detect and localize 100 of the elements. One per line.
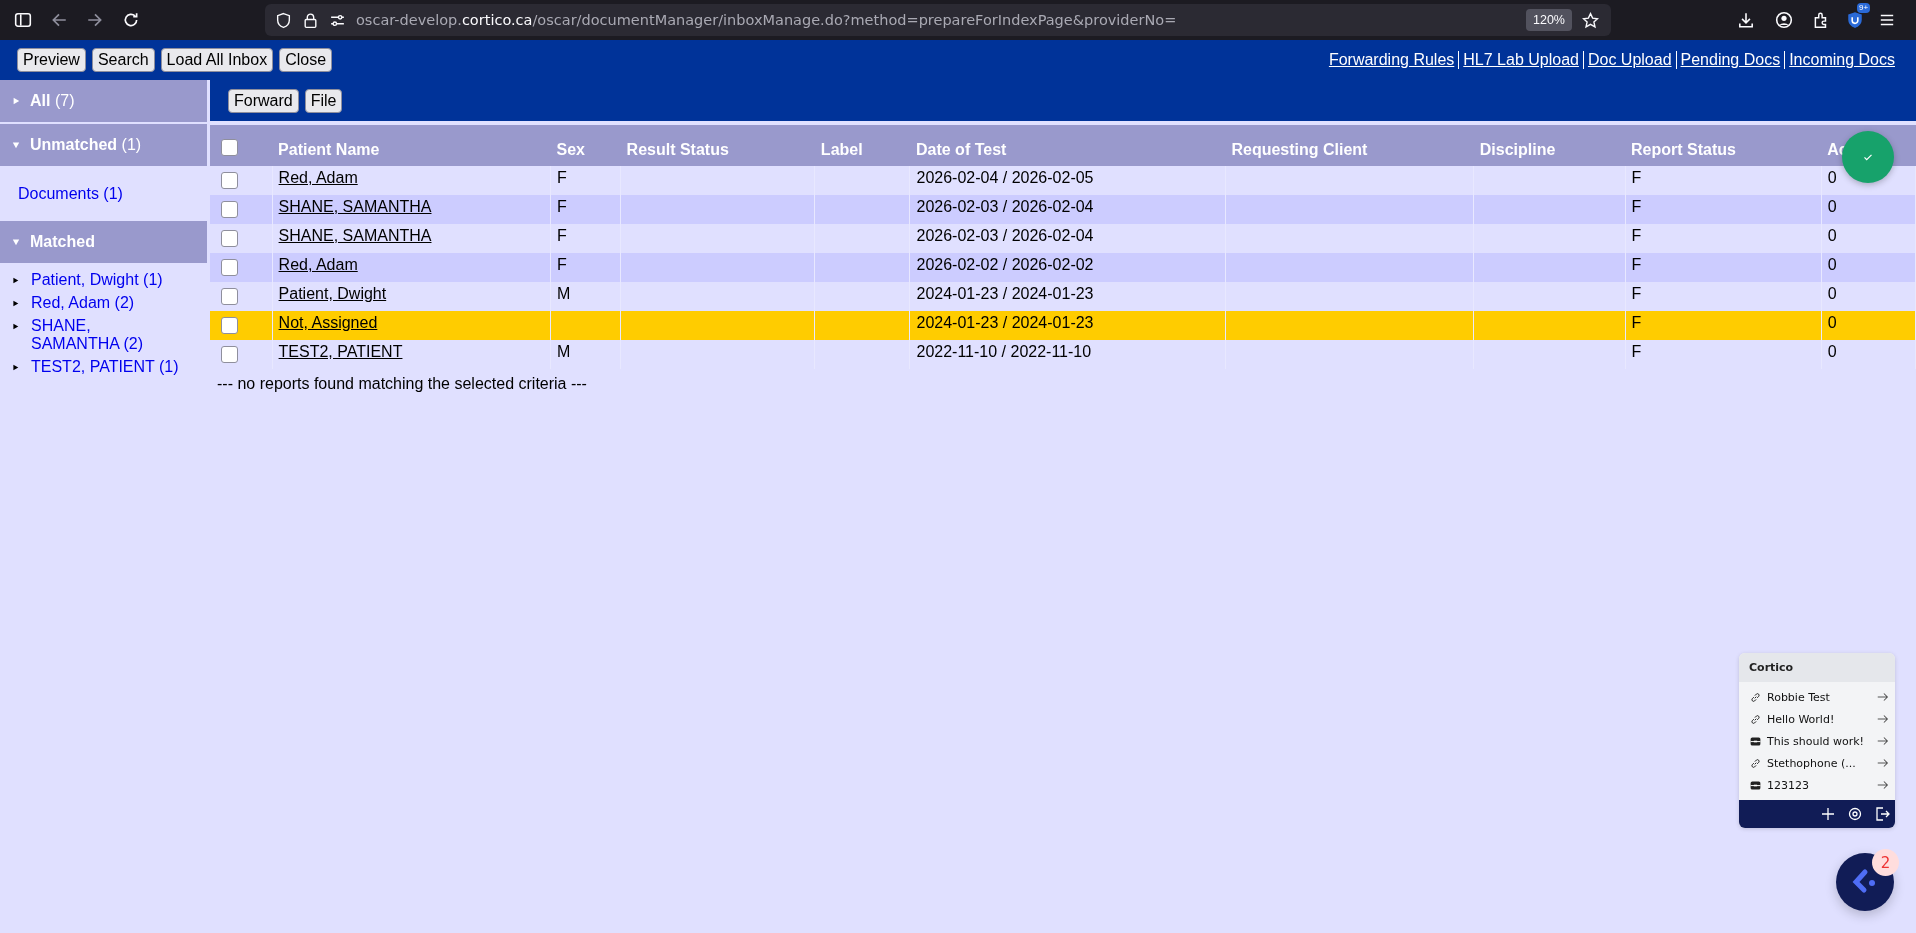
panel-title: Cortico [1739, 653, 1895, 682]
sidebar-icon[interactable] [14, 11, 32, 29]
row-checkbox[interactable] [221, 259, 238, 276]
section-title: All (7) [30, 92, 75, 110]
panel-item[interactable]: Stethophone (... [1739, 752, 1895, 774]
table-cell: 0 [1827, 343, 1837, 360]
tray-icon [1749, 734, 1762, 748]
header-link[interactable]: Pending Docs [1676, 51, 1785, 69]
right-triangle-icon[interactable] [12, 300, 19, 307]
patient-link[interactable]: SHANE, SAMANTHA (2) [31, 317, 181, 353]
toolbar-button[interactable]: Preview [17, 48, 86, 72]
arrow-right-icon [1876, 756, 1890, 770]
column-header: Requesting Client [1231, 140, 1368, 158]
arrow-right-icon [1876, 690, 1890, 704]
header-link[interactable]: HL7 Lab Upload [1459, 51, 1583, 69]
panel-item[interactable]: This should work! [1739, 730, 1895, 752]
row-checkbox[interactable] [221, 317, 238, 334]
action-button[interactable]: File [304, 88, 343, 113]
patient-link[interactable]: Red, Adam (2) [31, 294, 135, 312]
table-cell: M [557, 285, 571, 302]
arrow-right-icon [1876, 778, 1890, 792]
column-header: Label [820, 140, 863, 158]
table-cell: 0 [1827, 169, 1837, 186]
section-title: Matched [30, 233, 95, 251]
settings-icon[interactable] [1847, 806, 1863, 822]
section-title: Unmatched (1) [30, 136, 142, 154]
row-checkbox[interactable] [221, 288, 238, 305]
table-cell: 2022-11-10 / 2022-11-10 [916, 343, 1092, 360]
patient-link[interactable]: Patient, Dwight (1) [31, 271, 163, 289]
table-cell: 2024-01-23 / 2024-01-23 [916, 285, 1094, 302]
add-icon[interactable] [1820, 806, 1836, 822]
table-cell: F [557, 227, 567, 244]
panel-item[interactable]: 123123 [1739, 774, 1895, 796]
right-triangle-icon[interactable] [12, 364, 19, 371]
panel-item[interactable]: Robbie Test [1739, 686, 1895, 708]
down-triangle-icon [12, 141, 20, 149]
link-icon [1749, 712, 1762, 726]
cortico-launcher-button[interactable] [1836, 853, 1894, 911]
back-icon[interactable] [50, 11, 68, 29]
table-cell: F [1631, 198, 1642, 215]
no-results-message: --- no reports found matching the selected criteria --- [216, 374, 588, 394]
download-icon[interactable] [1737, 11, 1755, 29]
address-bar[interactable]: oscar-develop.cortico.ca/oscar/documentManager/inboxManage.do?method=prepareForIndexPage&providerNo= 120% [265, 4, 1611, 36]
panel-item[interactable]: Hello World! [1739, 708, 1895, 730]
table-cell: 2026-02-02 / 2026-02-02 [916, 256, 1094, 273]
sidebar-link[interactable]: Documents (1) [18, 185, 207, 203]
table-cell: 2026-02-03 / 2026-02-04 [916, 227, 1094, 244]
patient-name-link[interactable]: TEST2, PATIENT [278, 343, 403, 360]
patient-name-link[interactable]: Patient, Dwight [278, 285, 387, 302]
column-header: Date of Test [916, 140, 1007, 158]
toolbar-button[interactable]: Close [279, 48, 333, 72]
link-icon [1749, 690, 1762, 704]
patient-name-link[interactable]: Red, Adam [278, 169, 358, 186]
link-icon [1749, 756, 1762, 770]
action-button[interactable]: Forward [228, 88, 299, 113]
header-link[interactable]: Doc Upload [1583, 51, 1676, 69]
extension-shield-icon[interactable] [1846, 11, 1864, 29]
select-all-checkbox[interactable] [221, 138, 238, 156]
table-cell: F [557, 169, 567, 186]
table-cell: F [1631, 256, 1642, 273]
logout-icon[interactable] [1874, 806, 1890, 822]
forward-icon[interactable] [86, 11, 104, 29]
shield-icon[interactable] [275, 11, 292, 29]
lock-icon[interactable] [302, 11, 319, 29]
toolbar-button[interactable]: Load All Inbox [160, 48, 274, 72]
right-triangle-icon [12, 97, 20, 105]
right-triangle-icon[interactable] [12, 323, 19, 330]
table-cell: F [557, 256, 567, 273]
row-checkbox[interactable] [221, 346, 238, 363]
account-icon[interactable] [1775, 11, 1793, 29]
column-header: Report Status [1631, 140, 1736, 158]
column-header: Patient Name [278, 140, 380, 158]
toolbar-button[interactable]: Search [91, 48, 155, 72]
table-cell: F [557, 198, 567, 215]
table-cell: F [1631, 343, 1642, 360]
header-link[interactable]: Incoming Docs [1785, 51, 1899, 69]
url-text: oscar-develop.cortico.ca/oscar/documentManager/inboxManage.do?method=prepareForIndexPage&providerNo= [356, 12, 1178, 28]
table-cell: 2026-02-04 / 2026-02-05 [916, 169, 1094, 186]
row-checkbox[interactable] [221, 172, 238, 189]
row-checkbox[interactable] [221, 201, 238, 218]
arrow-right-icon [1876, 734, 1890, 748]
table-cell: 0 [1827, 227, 1837, 244]
patient-name-link[interactable]: Red, Adam [278, 256, 358, 273]
zoom-level[interactable]: 120% [1526, 9, 1572, 31]
table-cell: 2026-02-03 / 2026-02-04 [916, 198, 1094, 215]
table-cell: 0 [1827, 198, 1837, 215]
right-triangle-icon[interactable] [12, 277, 19, 284]
patient-name-link[interactable]: SHANE, SAMANTHA [278, 227, 432, 244]
column-header: Sex [556, 140, 585, 158]
table-cell: 0 [1827, 314, 1837, 331]
reload-icon[interactable] [122, 11, 140, 29]
row-checkbox[interactable] [221, 230, 238, 247]
patient-link[interactable]: TEST2, PATIENT (1) [31, 358, 179, 376]
table-cell: M [557, 343, 571, 360]
down-triangle-icon [12, 238, 20, 246]
header-link[interactable]: Forwarding Rules [1324, 51, 1459, 69]
table-cell: 0 [1827, 285, 1837, 302]
notification-badge: 2 [1872, 849, 1899, 876]
notification-badge: 9+ [1857, 3, 1871, 13]
bookmark-star-icon[interactable] [1582, 11, 1599, 29]
